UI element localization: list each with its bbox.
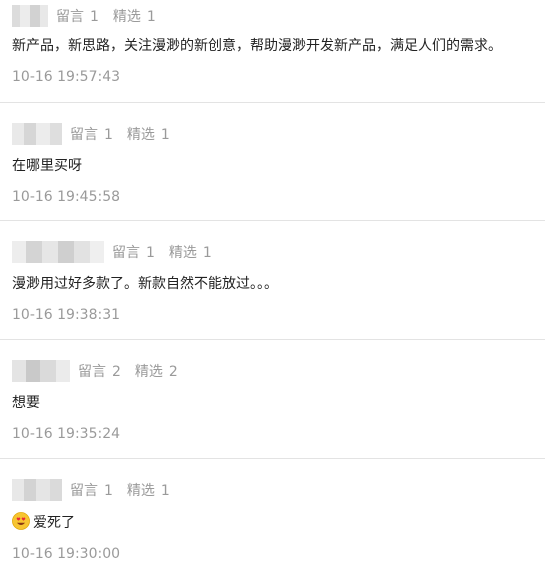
reply-count[interactable]: 留言 1 bbox=[70, 480, 113, 500]
comment-item: 留言 1 精选 1 漫渺用过好多款了。新款自然不能放过。。。 10-16 19:38… bbox=[0, 240, 545, 324]
reply-count[interactable]: 留言 1 bbox=[56, 6, 99, 26]
comment-text: 在哪里买呀 bbox=[12, 158, 82, 174]
comment-text: 想要 bbox=[12, 395, 40, 411]
comment-time: 10-16 19:35:24 bbox=[12, 426, 121, 442]
featured-count[interactable]: 精选 1 bbox=[169, 242, 212, 262]
comment-item: 留言 1 精选 1 在哪里买呀 10-16 19:45:58 bbox=[0, 122, 545, 206]
featured-count[interactable]: 精选 1 bbox=[113, 6, 156, 26]
divider bbox=[0, 339, 545, 340]
comment-time: 10-16 19:57:43 bbox=[12, 69, 121, 85]
blurred-username bbox=[12, 5, 48, 27]
reply-count[interactable]: 留言 2 bbox=[78, 361, 121, 381]
comment-time: 10-16 19:30:00 bbox=[12, 546, 121, 562]
divider bbox=[0, 220, 545, 221]
comment-text: 新产品，新思路，关注漫渺的新创意，帮助漫渺开发新产品，满足人们的需求。 bbox=[12, 38, 502, 54]
comment-meta: 留言 1 精选 1 bbox=[12, 240, 545, 264]
comment-time: 10-16 19:45:58 bbox=[12, 189, 121, 205]
featured-count[interactable]: 精选 1 bbox=[127, 480, 170, 500]
blurred-username bbox=[12, 479, 62, 501]
reply-count[interactable]: 留言 1 bbox=[112, 242, 155, 262]
comment-text-label: 爱死了 bbox=[33, 515, 75, 531]
comment-meta: 留言 2 精选 2 bbox=[12, 359, 545, 383]
comment-text: 爱死了 bbox=[12, 512, 545, 533]
reply-count[interactable]: 留言 1 bbox=[70, 124, 113, 144]
divider bbox=[0, 458, 545, 459]
featured-count[interactable]: 精选 1 bbox=[127, 124, 170, 144]
comment-text: 漫渺用过好多款了。新款自然不能放过。。。 bbox=[12, 276, 278, 292]
comment-meta: 留言 1 精选 1 bbox=[12, 478, 545, 502]
comment-meta: 留言 1 精选 1 bbox=[12, 122, 545, 146]
comment-item: 留言 1 精选 1 新产品，新思路，关注漫渺的新创意，帮助漫渺开发新产品，满足人们的… bbox=[0, 4, 545, 86]
comment-time: 10-16 19:38:31 bbox=[12, 307, 121, 323]
heart-eyes-emoji-icon bbox=[12, 512, 30, 530]
blurred-username bbox=[12, 360, 70, 382]
blurred-username bbox=[12, 241, 104, 263]
comment-item: 留言 2 精选 2 想要 10-16 19:35:24 bbox=[0, 359, 545, 443]
comment-item: 留言 1 精选 1 爱死了 10-16 19:30:00 bbox=[0, 478, 545, 563]
comment-meta: 留言 1 精选 1 bbox=[12, 4, 545, 28]
featured-count[interactable]: 精选 2 bbox=[135, 361, 178, 381]
blurred-username bbox=[12, 123, 62, 145]
divider bbox=[0, 102, 545, 103]
